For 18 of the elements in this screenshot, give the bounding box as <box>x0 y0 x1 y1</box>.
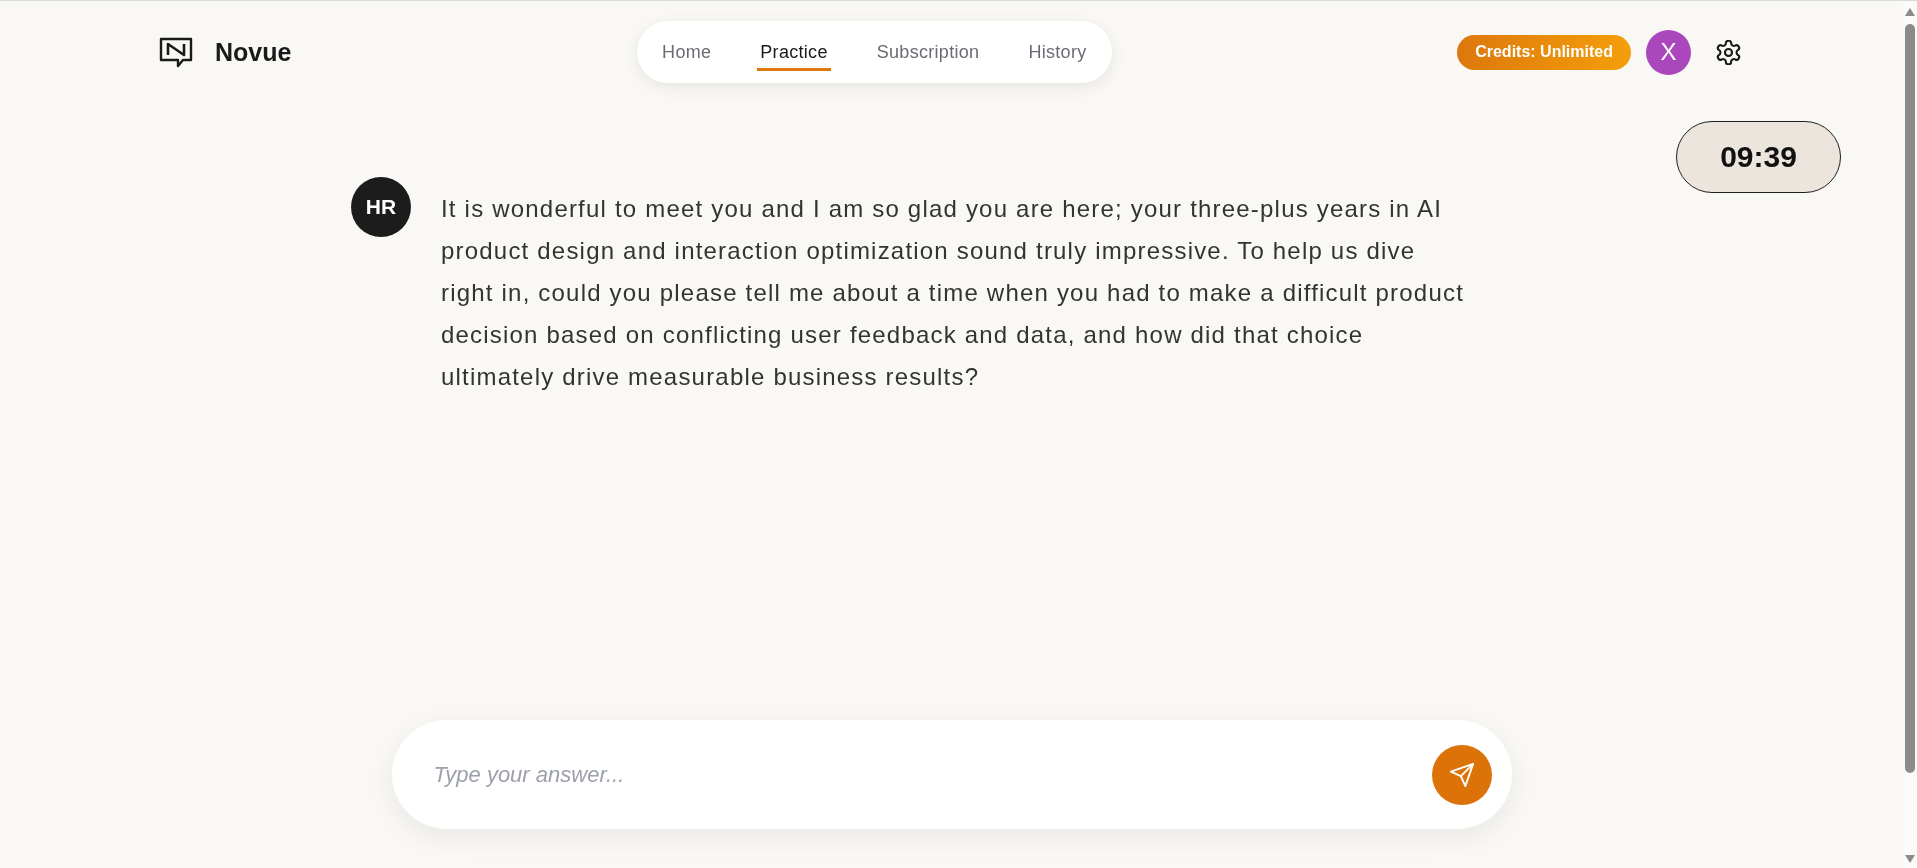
brand-name: Novue <box>215 37 292 67</box>
nav-tab[interactable]: Practice <box>757 33 831 71</box>
answer-field[interactable]: Type your answer... <box>433 759 1420 790</box>
nav-tab[interactable]: Subscription <box>873 33 983 71</box>
scroll-up-icon[interactable] <box>1905 8 1915 16</box>
timer: 09:39 <box>1676 121 1841 193</box>
send-icon <box>1449 762 1474 787</box>
user-avatar[interactable]: X <box>1646 29 1691 75</box>
credits-badge: Credits: Unlimited <box>1457 34 1631 70</box>
nav-tab[interactable]: History <box>1025 33 1090 71</box>
scrollbar-thumb[interactable] <box>1905 24 1915 773</box>
sender-avatar: HR <box>351 177 411 237</box>
settings-icon[interactable] <box>1716 39 1741 65</box>
scroll-down-icon[interactable] <box>1905 855 1915 863</box>
logo-icon <box>159 36 193 68</box>
message-text: It is wonderful to meet you and I am so glad you are here; your three-plus years in AI product design and interaction optimization sound truly impressive. To help us dive right in, could you please tell me about a time when you had to make a difficult product decision based on conflicting user feedback and data, and how did that choice ultimately drive measurable business results? <box>441 194 1466 392</box>
nav-tab[interactable]: Home <box>659 33 715 71</box>
scrollbar-track[interactable] <box>1903 1 1917 868</box>
